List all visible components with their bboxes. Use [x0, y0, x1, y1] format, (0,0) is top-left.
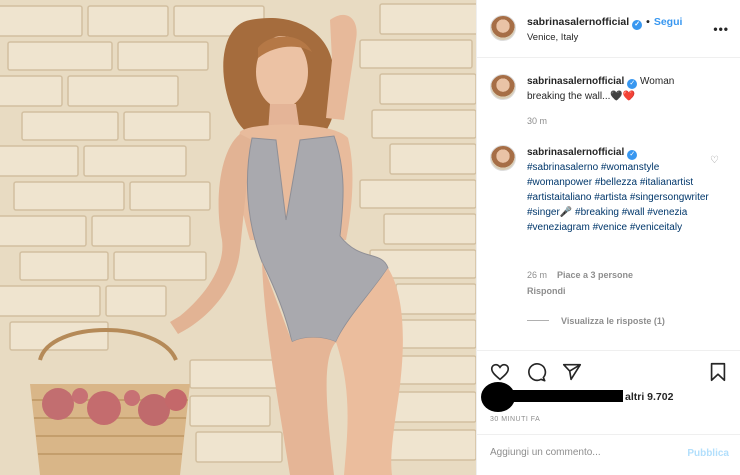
replies-divider — [527, 320, 549, 321]
publish-button[interactable]: Pubblica — [687, 448, 729, 459]
post-location[interactable]: Venice, Italy — [527, 32, 578, 43]
comment-likes[interactable]: Piace a 3 persone — [557, 270, 633, 280]
verified-icon: ✓ — [627, 79, 638, 89]
post-username[interactable]: sabrinasalernofficial — [527, 16, 629, 28]
more-icon[interactable]: ••• — [713, 22, 729, 36]
post-header: sabrinasalernofficial ✓ • Segui Venice, Ita… — [477, 0, 740, 58]
post-side-panel: sabrinasalernofficial ✓ • Segui Venice, Ita… — [476, 0, 740, 475]
comment-time[interactable]: 26 m — [527, 270, 547, 280]
view-replies-label: Visualizza le risposte (1) — [561, 316, 665, 326]
verified-icon: ✓ — [632, 20, 643, 30]
instagram-post-view: sabrinasalernofficial ✓ • Segui Venice, Ita… — [0, 0, 740, 475]
likes-count[interactable]: altri 9.702 — [625, 391, 673, 403]
heart-small-icon[interactable]: ♡ — [710, 155, 719, 166]
save-icon[interactable] — [707, 361, 729, 383]
photo-illustration — [0, 0, 476, 475]
avatar[interactable] — [490, 145, 516, 171]
comment-icon[interactable] — [525, 361, 547, 383]
comment-username[interactable]: sabrinasalernofficial — [527, 147, 624, 158]
follow-button[interactable]: Segui — [654, 16, 683, 28]
comment-hashtags[interactable]: #sabrinasalerno #womanstyle #womanpower … — [527, 162, 709, 233]
post-author-line: sabrinasalernofficial ✓ • Segui — [527, 16, 682, 30]
like-icon[interactable] — [489, 361, 511, 383]
separator-dot: • — [646, 16, 650, 28]
view-replies-button[interactable]: Visualizza le risposte (1) — [527, 316, 665, 326]
avatar[interactable] — [490, 15, 516, 41]
redaction-bar — [507, 390, 623, 402]
comment-text-block: sabrinasalernofficial ✓ #sabrinasalerno #… — [527, 145, 709, 235]
comment-meta: 26 m Piace a 3 persone — [527, 270, 633, 280]
post-timestamp[interactable]: 30 MINUTI FA — [490, 416, 540, 423]
likes-row: altri 9.702 — [477, 382, 740, 414]
avatar[interactable] — [490, 74, 516, 100]
verified-icon: ✓ — [627, 150, 638, 160]
caption-text-block: sabrinasalernofficial ✓ Woman breaking th… — [527, 74, 709, 104]
share-icon[interactable] — [561, 361, 583, 383]
comment-input[interactable] — [490, 447, 670, 458]
comment-composer: Pubblica — [477, 434, 740, 475]
caption-username[interactable]: sabrinasalernofficial — [527, 76, 624, 87]
reply-button[interactable]: Rispondi — [527, 286, 566, 296]
caption-time[interactable]: 30 m — [527, 116, 547, 126]
post-photo[interactable] — [0, 0, 476, 475]
